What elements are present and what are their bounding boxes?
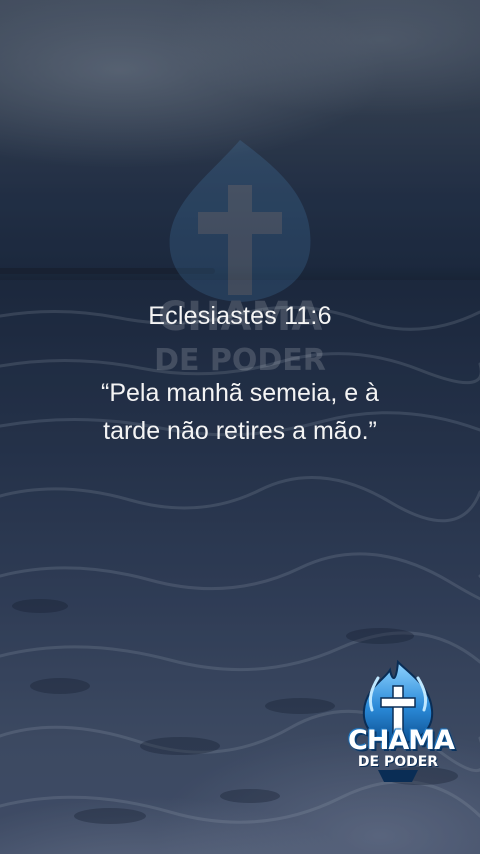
logo-title: CHAMA: [348, 725, 455, 756]
verse-reference: Eclesiastes 11:6: [148, 302, 332, 330]
verse-quote-line-2: tarde não retires a mão.”: [103, 417, 377, 445]
logo-subtitle: DE PODER: [357, 754, 439, 770]
verse-quote: “Pela manhã semeia, e à tarde não retire…: [40, 374, 440, 450]
flame-cross-watermark-icon: CHAMA DE PODER: [154, 140, 326, 378]
verse-quote-line-1: “Pela manhã semeia, e à: [101, 379, 379, 407]
video-frame: CHAMA DE PODER Eclesiastes 11:6 “Pela ma…: [0, 0, 480, 854]
watermark-line-2: DE PODER: [154, 343, 326, 378]
